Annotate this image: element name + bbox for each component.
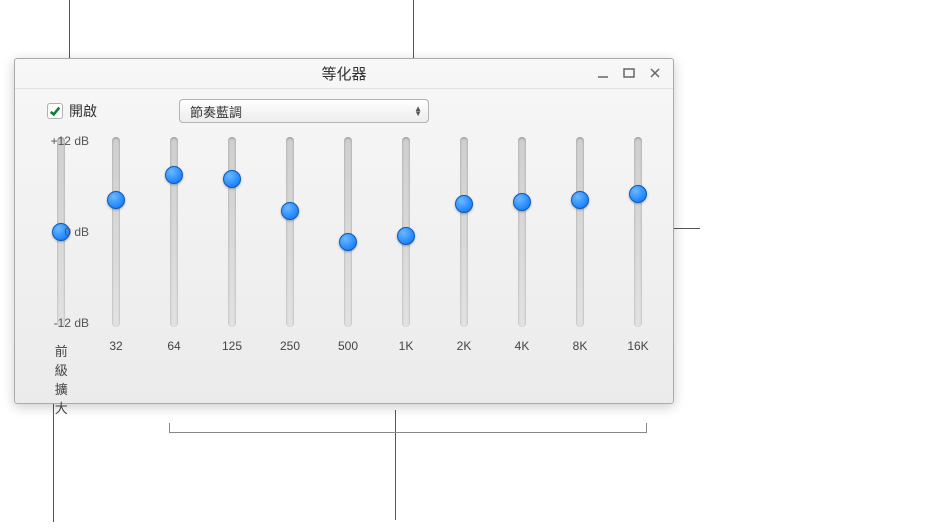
band-slider-32[interactable] <box>112 137 120 327</box>
band-slider-125[interactable] <box>228 137 236 327</box>
close-button[interactable] <box>643 63 667 83</box>
band-4K: 4K <box>507 137 537 417</box>
toolbar: 開啟 節奏藍調 ▲▼ <box>15 89 673 129</box>
checkbox-box <box>47 103 63 119</box>
equalizer-window: 等化器 開啟 節奏藍調 ▲▼ <box>14 58 674 404</box>
band-thumb-1K[interactable] <box>397 227 415 245</box>
bands-bracket <box>169 423 647 433</box>
band-250: 250 <box>275 137 305 417</box>
band-slider-2K[interactable] <box>460 137 468 327</box>
window-title: 等化器 <box>321 63 366 84</box>
db-mid: 0 dB <box>64 225 89 239</box>
band-32: 32 <box>101 137 131 417</box>
freq-label: 64 <box>167 339 180 353</box>
db-top: +12 dB <box>51 134 89 148</box>
db-bottom: -12 dB <box>54 316 89 330</box>
freq-label: 2K <box>457 339 472 353</box>
band-slider-1K[interactable] <box>402 137 410 327</box>
band-16K: 16K <box>623 137 653 417</box>
band-500: 500 <box>333 137 363 417</box>
updown-icon: ▲▼ <box>414 106 422 116</box>
band-slider-64[interactable] <box>170 137 178 327</box>
freq-label: 250 <box>280 339 300 353</box>
band-thumb-32[interactable] <box>107 191 125 209</box>
maximize-button[interactable] <box>617 63 641 83</box>
check-icon <box>49 105 61 117</box>
band-thumb-2K[interactable] <box>455 195 473 213</box>
band-slider-4K[interactable] <box>518 137 526 327</box>
band-slider-250[interactable] <box>286 137 294 327</box>
band-slider-500[interactable] <box>344 137 352 327</box>
band-2K: 2K <box>449 137 479 417</box>
band-thumb-16K[interactable] <box>629 185 647 203</box>
band-thumb-125[interactable] <box>223 170 241 188</box>
enable-label: 開啟 <box>69 101 97 121</box>
freq-label: 4K <box>515 339 530 353</box>
freq-label: 8K <box>573 339 588 353</box>
band-64: 64 <box>159 137 189 417</box>
band-slider-16K[interactable] <box>634 137 642 327</box>
band-thumb-8K[interactable] <box>571 191 589 209</box>
band-thumb-4K[interactable] <box>513 193 531 211</box>
equalizer-body: 前級擴大 +12 dB 0 dB -12 dB 32 64 125 250 500 1K 2… <box>15 129 673 427</box>
band-1K: 1K <box>391 137 421 417</box>
enable-checkbox[interactable]: 開啟 <box>47 101 97 121</box>
freq-label: 500 <box>338 339 358 353</box>
preamp-label: 前級擴大 <box>51 341 72 417</box>
band-thumb-500[interactable] <box>339 233 357 251</box>
freq-label: 32 <box>109 339 122 353</box>
preamp-column: 前級擴大 <box>51 137 72 417</box>
titlebar: 等化器 <box>15 59 673 89</box>
window-controls <box>591 63 667 83</box>
bands: 32 64 125 250 500 1K 2K 4K 8K 16K <box>101 137 653 417</box>
freq-label: 125 <box>222 339 242 353</box>
freq-label: 16K <box>627 339 648 353</box>
band-125: 125 <box>217 137 247 417</box>
preset-value: 節奏藍調 <box>190 102 242 121</box>
band-thumb-250[interactable] <box>281 202 299 220</box>
db-scale: +12 dB 0 dB -12 dB <box>72 137 97 335</box>
band-8K: 8K <box>565 137 595 417</box>
minimize-button[interactable] <box>591 63 615 83</box>
band-slider-8K[interactable] <box>576 137 584 327</box>
band-thumb-64[interactable] <box>165 166 183 184</box>
preset-select[interactable]: 節奏藍調 ▲▼ <box>179 99 429 123</box>
freq-label: 1K <box>399 339 414 353</box>
